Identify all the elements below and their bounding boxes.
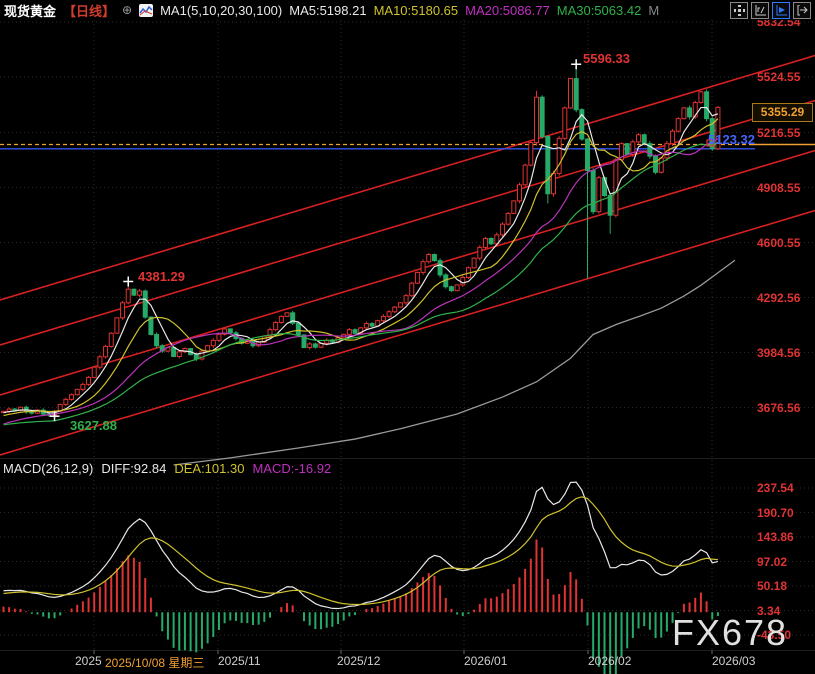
macd-title: MACD(26,12,9) — [3, 461, 94, 476]
ma-group-label: MA1(5,10,20,30,100) — [160, 2, 283, 18]
m-toggle[interactable]: M — [648, 3, 659, 18]
macd-axis-label: 143.86 — [757, 530, 794, 544]
macd-axis-label: 50.18 — [757, 579, 788, 593]
time-axis-label: 2025 — [75, 654, 102, 668]
price-axis-label: 4600.55 — [757, 235, 801, 250]
swing-high-annotation: 4381.29 — [138, 269, 185, 284]
time-axis-label: 2026/02 — [588, 654, 632, 668]
macd-axis-label: 190.70 — [757, 505, 794, 520]
expand-icon[interactable]: ⊕ — [122, 3, 132, 17]
ma5-value: MA5:5198.21 — [289, 2, 367, 18]
macd-dea-value: DEA:101.30 — [174, 461, 245, 476]
price-axis-label: 4292.56 — [757, 290, 801, 305]
macd-axis-label: 97.02 — [757, 554, 788, 569]
price-axis-label: 5524.55 — [757, 70, 801, 84]
time-axis-label: 2025/11 — [218, 654, 261, 668]
price-axis-label: 3984.56 — [757, 345, 801, 360]
macd-header: MACD(26,12,9) DIFF:92.84 DEA:101.30 MACD… — [3, 461, 331, 476]
time-axis-label: 2025/12 — [337, 654, 381, 668]
crosshair-date-label: 2025/10/08 星期三 — [103, 654, 207, 671]
low-price-annotation: 3627.88 — [70, 418, 117, 433]
price-chart-svg[interactable] — [0, 0, 815, 674]
chart-toolbar — [730, 2, 811, 19]
macd-macd-value: MACD:-16.92 — [252, 461, 332, 476]
legend-bar: 现货黄金 【日线】 ⊕ MA1(5,10,20,30,100) MA5:5198… — [0, 0, 815, 20]
period-selector[interactable]: 【日线】 — [63, 1, 115, 20]
ma10-value: MA10:5180.65 — [373, 2, 459, 18]
fx678-watermark: FX678 — [672, 612, 789, 653]
instrument-title: 现货黄金 — [4, 3, 57, 19]
macd-axis-label: 237.54 — [757, 481, 794, 495]
prev-close-label: 5123.32 — [708, 132, 755, 147]
center-icon[interactable] — [730, 2, 748, 19]
macd-diff-value: DIFF:92.84 — [101, 461, 167, 476]
axis-scale-icon[interactable] — [751, 2, 769, 19]
ma30-value: MA30:5063.42 — [556, 2, 642, 18]
price-axis-label: 4908.55 — [757, 180, 801, 195]
auto-scroll-icon[interactable] — [772, 2, 790, 19]
jump-latest-icon[interactable] — [793, 2, 811, 19]
price-axis-label: 5216.55 — [757, 125, 801, 140]
chart-window: 现货黄金 【日线】 ⊕ MA1(5,10,20,30,100) MA5:5198… — [0, 0, 815, 674]
time-axis-label: 2026/03 — [712, 654, 756, 668]
high-price-annotation: 5596.33 — [583, 51, 630, 66]
current-price-box: 5355.29 — [752, 103, 813, 122]
ma20-value: MA20:5086.77 — [465, 2, 550, 18]
time-axis-label: 2026/01 — [464, 654, 508, 668]
mini-chart-icon[interactable] — [139, 3, 154, 17]
price-axis-label: 3676.56 — [757, 400, 801, 415]
